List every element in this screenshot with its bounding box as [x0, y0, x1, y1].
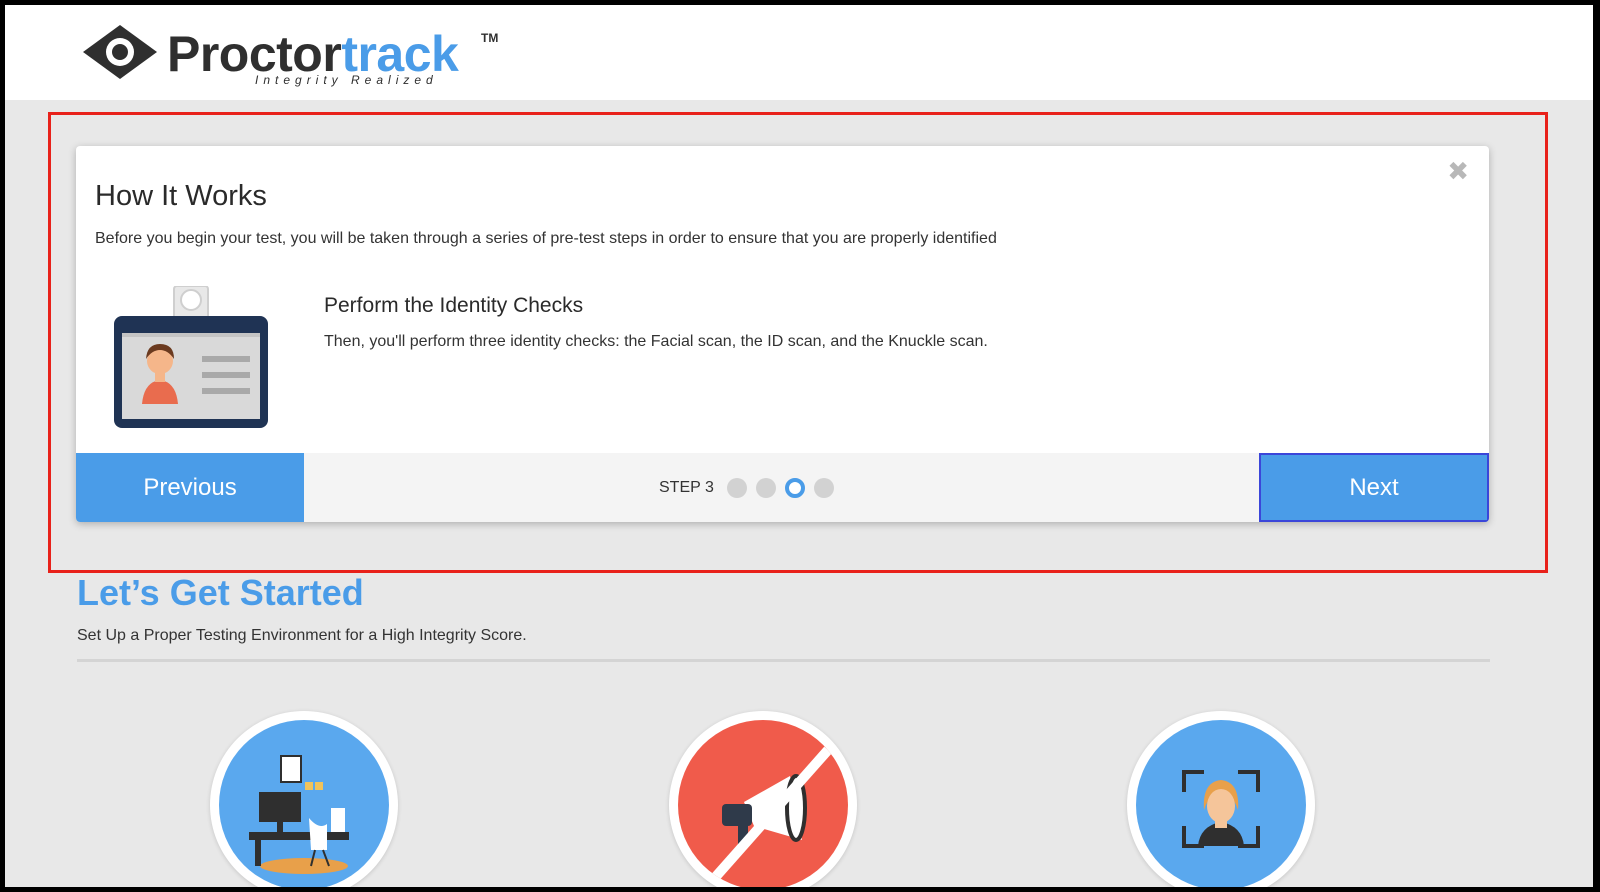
face-scan-illustration — [1182, 770, 1260, 848]
modal-subtitle: Before you begin your test, you will be … — [95, 230, 997, 247]
step-dot-2[interactable] — [755, 477, 776, 498]
desk-workspace-icon — [210, 711, 398, 887]
page-subtitle: Set Up a Proper Testing Environment for … — [77, 627, 527, 644]
next-button[interactable]: Next — [1259, 453, 1489, 522]
page-frame: Proctortrack TM Integrity Realized ✖ How… — [5, 5, 1593, 887]
modal-title: How It Works — [95, 180, 267, 212]
id-badge-icon — [114, 286, 268, 428]
close-icon[interactable]: ✖ — [1447, 158, 1469, 184]
trademark: TM — [481, 31, 499, 45]
step-description: Then, you'll perform three identity chec… — [324, 333, 988, 350]
divider — [77, 659, 1490, 662]
how-it-works-modal: ✖ How It Works Before you begin your tes… — [76, 146, 1489, 522]
desk-illustration — [249, 755, 349, 874]
no-noise-megaphone-icon — [669, 711, 857, 887]
step-dot-1[interactable] — [726, 477, 747, 498]
step-indicator: STEP 3 — [659, 453, 834, 522]
page-title: Let’s Get Started — [77, 572, 364, 613]
brand-tagline: Integrity Realized — [255, 73, 438, 87]
step-title: Perform the Identity Checks — [324, 294, 584, 317]
previous-button[interactable]: Previous — [76, 453, 304, 522]
step-dot-4[interactable] — [813, 477, 834, 498]
face-scan-icon — [1127, 711, 1315, 887]
eye-logo-icon — [83, 25, 157, 79]
step-dot-3-active[interactable] — [784, 477, 805, 498]
header: Proctortrack TM Integrity Realized — [5, 5, 1593, 100]
modal-footer: Previous STEP 3 Next — [76, 453, 1489, 522]
step-label: STEP 3 — [659, 478, 714, 496]
megaphone-illustration — [700, 746, 832, 887]
